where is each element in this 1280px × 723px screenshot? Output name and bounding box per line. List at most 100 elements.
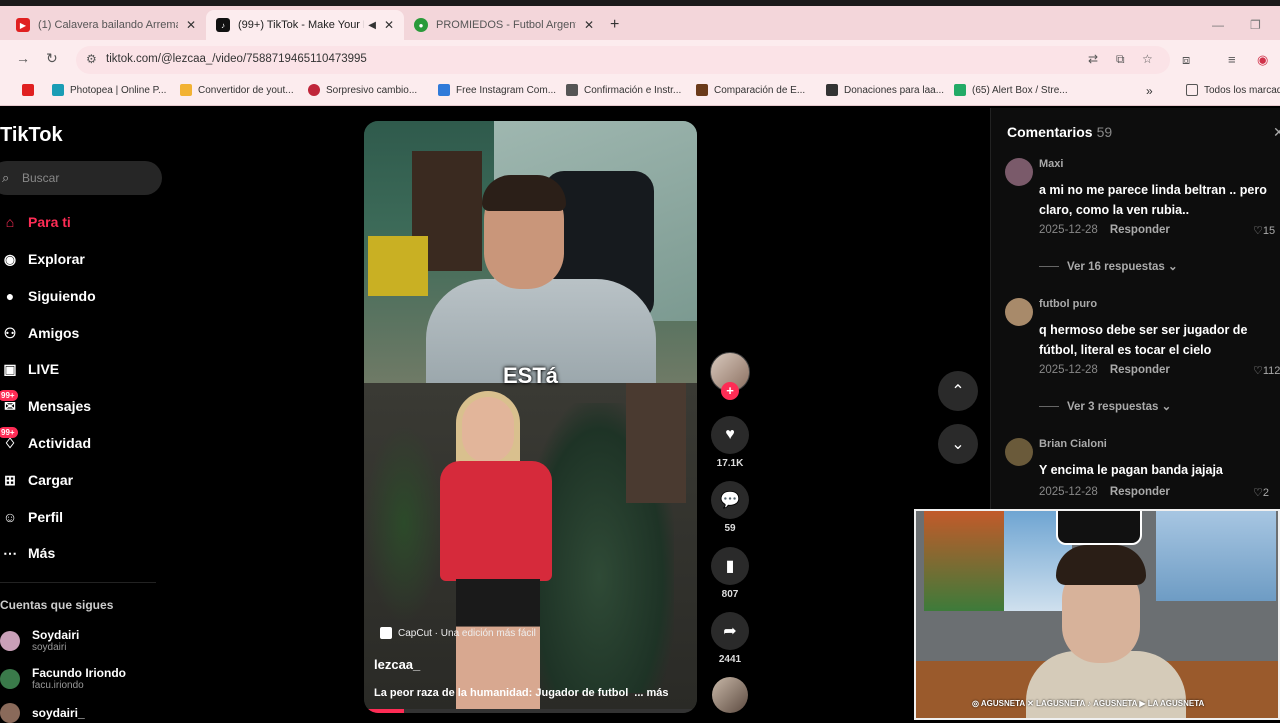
site-settings-icon[interactable]: ⚙ <box>86 52 97 66</box>
browser-tab-2[interactable]: ● PROMIEDOS - Futbol Argentina ✕ <box>404 10 604 40</box>
browser-tab-1[interactable]: ♪ (99+) TikTok - Make Your Da ◀ ✕ <box>206 10 404 40</box>
close-tab-icon[interactable]: ✕ <box>384 18 394 32</box>
reload-icon[interactable]: ↻ <box>46 50 58 67</box>
view-replies-label: Ver 16 respuestas <box>1067 261 1165 273</box>
followed-account[interactable]: soydairi_ <box>0 703 85 723</box>
comment-user[interactable]: Brian Cialoni <box>1039 438 1107 450</box>
more-link[interactable]: ... más <box>634 687 668 699</box>
sidebar-item-mas[interactable]: ⋯ Más <box>0 541 55 565</box>
followed-account[interactable]: Soydairi soydairi <box>0 628 79 653</box>
close-tab-icon[interactable]: ✕ <box>584 18 594 32</box>
reply-button[interactable]: Responder <box>1110 364 1170 376</box>
comment-like[interactable]: ♡112 <box>1253 364 1280 377</box>
more-bookmarks-icon[interactable]: » <box>1146 84 1153 98</box>
sidebar-item-mensajes[interactable]: ✉ 99+ Mensajes <box>0 390 91 418</box>
new-tab-icon[interactable]: + <box>610 16 619 34</box>
tab-title: (99+) TikTok - Make Your Da <box>238 19 365 31</box>
sidebar-item-live[interactable]: ▣ LIVE <box>0 357 59 381</box>
speaker-icon[interactable]: ◀ <box>368 20 376 31</box>
notification-badge: 99+ <box>0 390 18 401</box>
maximize-icon[interactable]: ❐ <box>1250 18 1261 32</box>
avatar[interactable] <box>1005 298 1033 326</box>
other-bookmarks[interactable]: Todos los marcad <box>1186 84 1280 96</box>
sidebar-item-label: Actividad <box>28 435 92 451</box>
sidebar-item-perfil[interactable]: ☺ Perfil <box>0 505 63 529</box>
view-replies-button[interactable]: Ver 3 respuestas ⌄ <box>1039 399 1171 413</box>
background-plant <box>364 423 444 623</box>
comment-like[interactable]: ♡15 <box>1253 224 1275 237</box>
previous-video-button[interactable]: ⌃ <box>938 371 978 411</box>
sidebar-item-actividad[interactable]: ♢ 99+ Actividad <box>0 427 92 455</box>
next-video-button[interactable]: ⌄ <box>938 424 978 464</box>
bookmark-star-icon[interactable]: ☆ <box>1142 52 1153 66</box>
like-button[interactable]: ♥ 17.1K <box>711 416 749 469</box>
social-handles: ◎ AGUSNETA ✕ LAGUSNETA ♪ AGUSNETA ▶ LA A… <box>972 699 1205 708</box>
video-author[interactable]: lezcaa_ <box>374 657 420 672</box>
capcut-tag[interactable]: CapCut · Una edición más fácil <box>380 627 536 639</box>
omnibox[interactable]: ⚙ tiktok.com/@lezcaa_/video/758871946511… <box>76 46 1170 74</box>
reply-button[interactable]: Responder <box>1110 486 1170 498</box>
follow-plus-icon[interactable]: + <box>721 382 739 400</box>
bookmark-item-0[interactable]: Photopea | Online P... <box>52 84 166 96</box>
media-controls-icon[interactable]: ≡ <box>1228 52 1236 67</box>
video-player[interactable]: ESTá CapCut · Una edición más fácil lezc… <box>364 121 697 713</box>
sidebar-item-cargar[interactable]: ⊞ Cargar <box>0 468 73 492</box>
minimize-icon[interactable]: — <box>1212 18 1224 32</box>
bookmark-label: (65) Alert Box / Stre... <box>972 84 1068 96</box>
close-tab-icon[interactable]: ✕ <box>186 18 196 32</box>
share-button[interactable]: ➦ 2441 <box>711 612 749 665</box>
comment-button[interactable]: 💬 59 <box>711 481 749 534</box>
folder-icon <box>1186 84 1198 96</box>
account-handle: soydairi <box>32 642 67 653</box>
bookmark-item-7[interactable]: (65) Alert Box / Stre... <box>954 84 1068 96</box>
reply-button[interactable]: Responder <box>1110 224 1170 236</box>
bookmark-item-6[interactable]: Donaciones para laa... <box>826 84 944 96</box>
save-button[interactable]: ▮ 807 <box>711 547 749 600</box>
promiedos-icon: ● <box>414 18 428 32</box>
comment-count: 59 <box>724 523 736 534</box>
streamer-hair <box>1056 545 1146 585</box>
comment-meta: 2025-12-28 Responder <box>1039 364 1170 376</box>
sidebar-divider <box>0 582 156 583</box>
comment-user[interactable]: Maxi <box>1039 158 1063 170</box>
bookmark-label: Donaciones para laa... <box>844 84 945 96</box>
bookmark-label: Sorpresivo cambio... <box>326 84 418 96</box>
bookmark-youtube[interactable] <box>22 84 40 96</box>
profile-avatar-icon[interactable]: ◉ <box>1257 52 1268 68</box>
donations-icon <box>826 84 838 96</box>
close-icon[interactable]: ✕ <box>1273 124 1280 141</box>
avatar[interactable] <box>1005 438 1033 466</box>
music-disc-icon[interactable] <box>712 677 748 713</box>
bookmark-item-2[interactable]: Sorpresivo cambio... <box>308 84 417 96</box>
install-icon[interactable]: ⧉ <box>1116 52 1125 67</box>
comment-like-count: 2 <box>1262 487 1269 499</box>
bookmark-item-1[interactable]: Convertidor de yout... <box>180 84 294 96</box>
bookmark-item-4[interactable]: Confirmación e Instr... <box>566 84 681 96</box>
comments-title-text: Comentarios <box>1007 124 1093 140</box>
extensions-icon[interactable]: ⧈ <box>1182 52 1190 68</box>
view-replies-button[interactable]: Ver 16 respuestas ⌄ <box>1039 259 1178 273</box>
search-input[interactable]: ⌕ Buscar <box>0 161 162 195</box>
channel-logo: LA AGUSNETA <box>1056 511 1142 545</box>
browser-tab-0[interactable]: ▶ (1) Calavera bailando Arremang ✕ <box>6 10 206 40</box>
sidebar-item-para-ti[interactable]: ⌂ Para ti <box>0 210 71 234</box>
video-progress-bar[interactable] <box>364 709 697 713</box>
video-description: La peor raza de la humanidad: Jugador de… <box>374 687 669 699</box>
sidebar-item-amigos[interactable]: ⚇ Amigos <box>0 321 80 345</box>
bookmarks-bar: Photopea | Online P... Convertidor de yo… <box>0 78 1280 106</box>
like-count: 17.1K <box>716 458 744 469</box>
followed-account[interactable]: Facundo Iriondo facu.iriondo <box>0 666 126 691</box>
tiktok-logo[interactable]: TikTok <box>0 124 63 147</box>
translate-icon[interactable]: ⇄ <box>1088 52 1098 66</box>
comment-text: q hermoso debe ser ser jugador de fútbol… <box>1039 323 1248 357</box>
forward-icon[interactable]: → <box>16 50 30 66</box>
sidebar-item-siguiendo[interactable]: ● Siguiendo <box>0 284 96 308</box>
url-text[interactable]: tiktok.com/@lezcaa_/video/75887194651104… <box>106 53 367 65</box>
comment-user[interactable]: futbol puro <box>1039 298 1097 310</box>
bookmark-item-5[interactable]: Comparación de E... <box>696 84 805 96</box>
comment-like[interactable]: ♡2 <box>1253 486 1269 499</box>
bookmark-item-3[interactable]: Free Instagram Com... <box>438 84 556 96</box>
avatar[interactable] <box>1005 158 1033 186</box>
heart-icon: ♥ <box>711 416 749 454</box>
sidebar-item-explorar[interactable]: ◉ Explorar <box>0 247 85 271</box>
